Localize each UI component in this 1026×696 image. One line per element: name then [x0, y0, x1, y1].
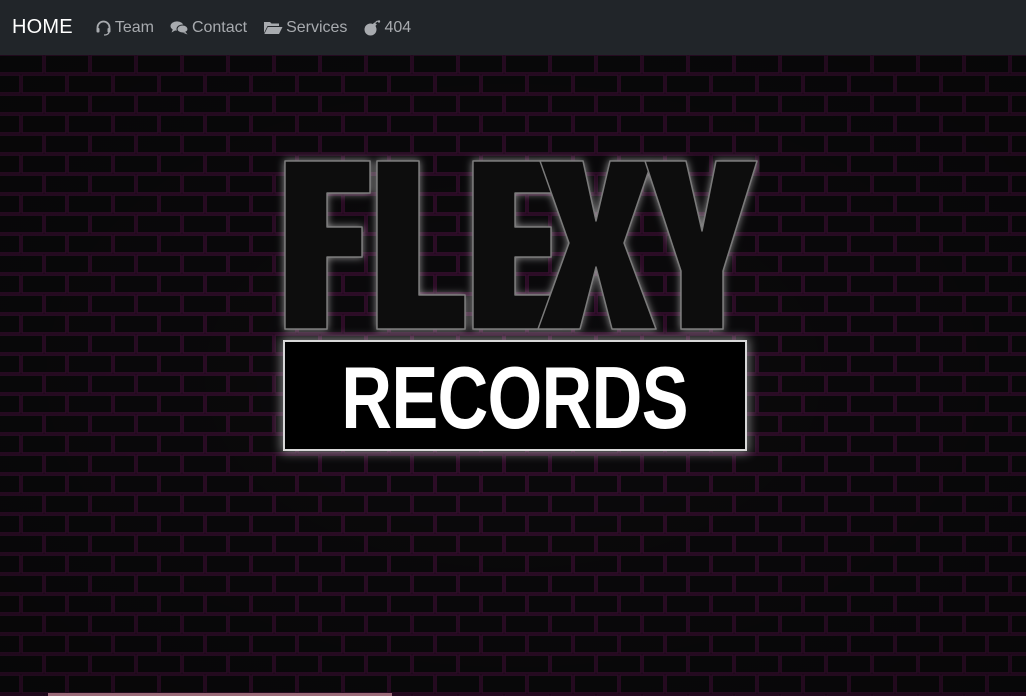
logo-records-text: RECORDS: [341, 347, 689, 447]
nav-link-team[interactable]: Team: [95, 19, 154, 37]
flexy-records-logo: RECORDS: [270, 149, 760, 459]
hero-section: RECORDS: [0, 55, 1026, 696]
nav-link-404[interactable]: 404: [363, 19, 411, 37]
nav-link-label: Contact: [191, 18, 248, 36]
logo-flexy-wordmark: [284, 160, 758, 330]
records-banner: RECORDS: [283, 340, 747, 451]
folder-open-icon: [263, 20, 283, 35]
nav-link-services[interactable]: Services: [263, 19, 347, 37]
headset-icon: [95, 20, 112, 36]
navbar: HOME Team Contact Services 404: [0, 0, 1026, 55]
nav-link-label: Team: [114, 18, 154, 36]
nav-link-label: Services: [286, 18, 348, 36]
bomb-icon: [363, 19, 381, 36]
nav-link-contact[interactable]: Contact: [170, 19, 247, 37]
comments-icon: [170, 20, 189, 35]
nav-link-label: 404: [384, 18, 412, 36]
home-link[interactable]: HOME: [12, 16, 73, 39]
